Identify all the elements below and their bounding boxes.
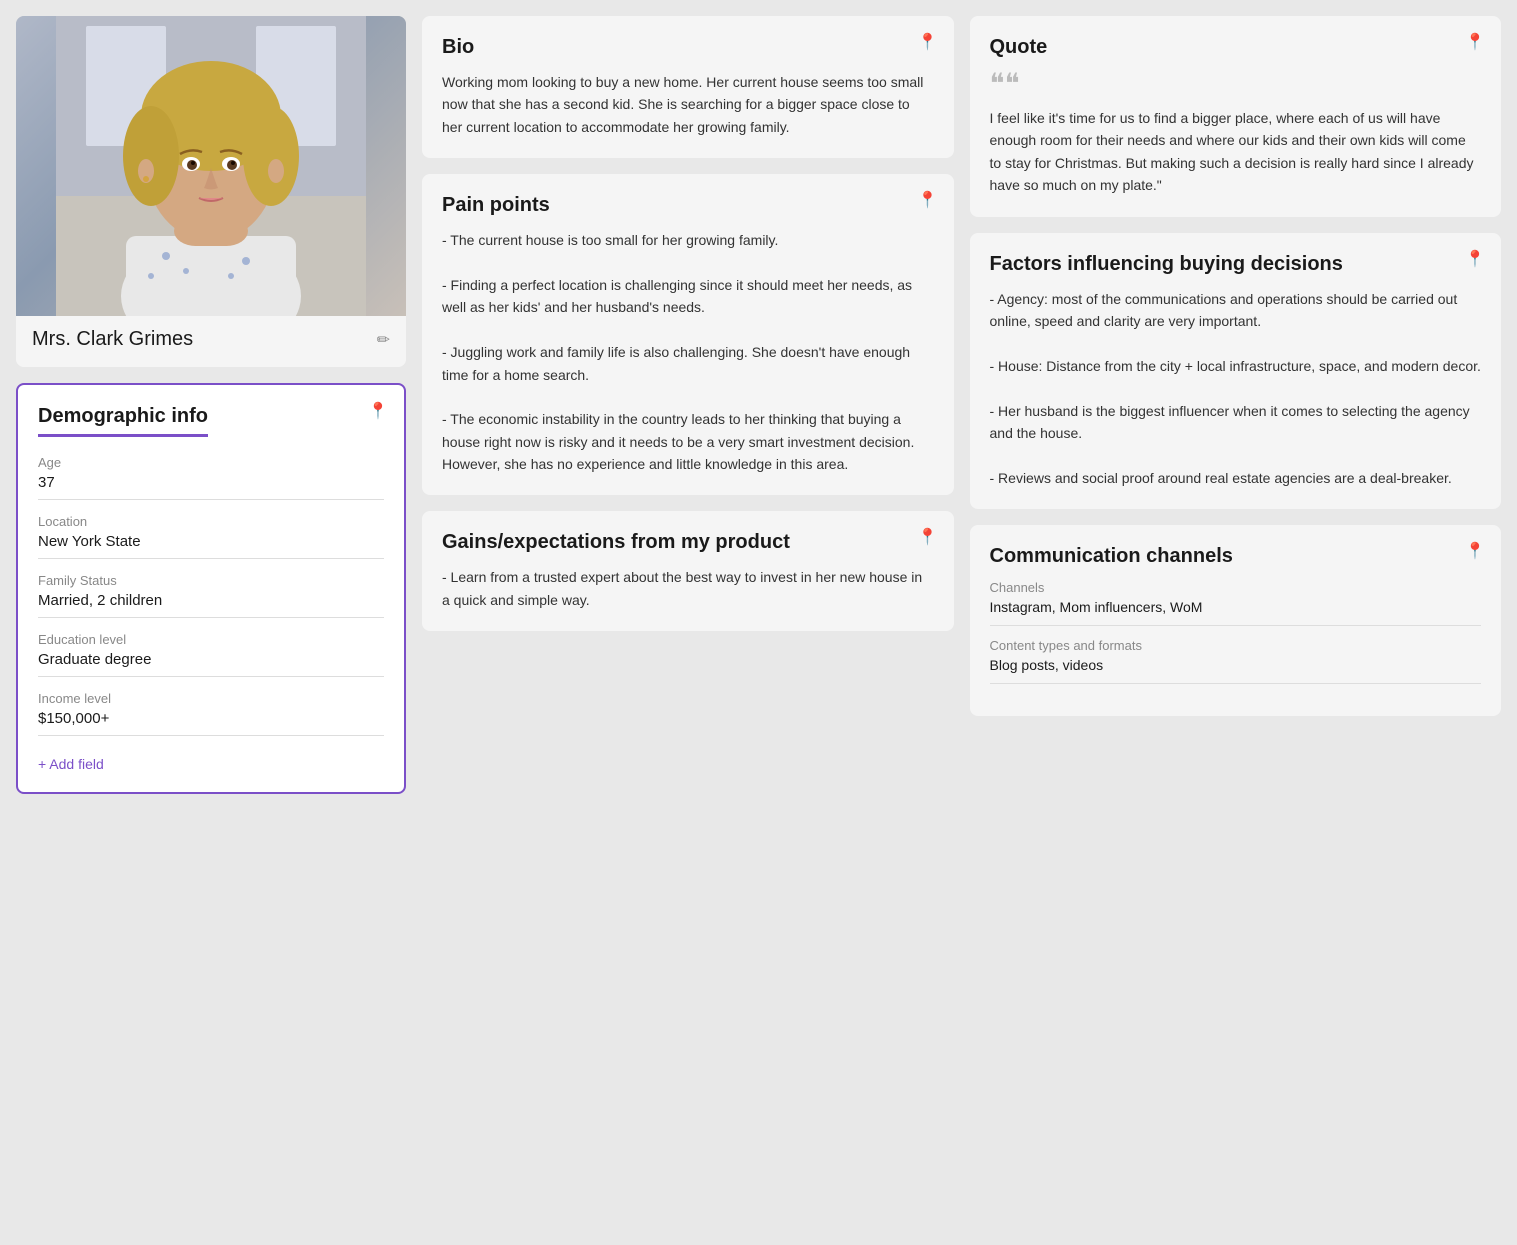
channels-section: Channels Instagram, Mom influencers, WoM…: [990, 580, 1482, 684]
profile-image: [16, 16, 406, 316]
family-status-label: Family Status: [38, 573, 384, 588]
channels-value: Instagram, Mom influencers, WoM: [990, 599, 1482, 626]
factors-card: 📍 Factors influencing buying decisions -…: [970, 233, 1502, 510]
right-column: 📍 Quote ❝❝ I feel like it's time for us …: [970, 16, 1502, 794]
bio-card: 📍 Bio Working mom looking to buy a new h…: [422, 16, 954, 158]
communication-title: Communication channels: [990, 545, 1482, 568]
gains-pin-icon: 📍: [918, 527, 938, 547]
add-field-button[interactable]: + Add field: [38, 756, 104, 772]
content-label: Content types and formats: [990, 638, 1482, 653]
content-value: Blog posts, videos: [990, 657, 1482, 684]
income-field: Income level $150,000+: [38, 691, 384, 736]
factors-body: - Agency: most of the communications and…: [990, 288, 1482, 490]
middle-column: 📍 Bio Working mom looking to buy a new h…: [422, 16, 954, 794]
channels-label: Channels: [990, 580, 1482, 595]
quote-pin-icon: 📍: [1465, 32, 1485, 52]
quote-body: I feel like it's time for us to find a b…: [990, 107, 1482, 197]
profile-name-row: Mrs. Clark Grimes ✏: [16, 316, 406, 367]
location-value: New York State: [38, 533, 384, 559]
education-field: Education level Graduate degree: [38, 632, 384, 677]
demographic-title: Demographic info: [38, 405, 208, 437]
age-value: 37: [38, 474, 384, 500]
gains-body: - Learn from a trusted expert about the …: [442, 566, 934, 611]
left-column: Mrs. Clark Grimes ✏ 📍 Demographic info A…: [16, 16, 406, 794]
income-value: $150,000+: [38, 710, 384, 736]
quote-title: Quote: [990, 36, 1482, 59]
quote-card: 📍 Quote ❝❝ I feel like it's time for us …: [970, 16, 1502, 217]
income-label: Income level: [38, 691, 384, 706]
education-label: Education level: [38, 632, 384, 647]
profile-image-container: [16, 16, 406, 316]
profile-name: Mrs. Clark Grimes: [32, 328, 193, 351]
edit-icon[interactable]: ✏: [377, 330, 390, 350]
gains-title: Gains/expectations from my product: [442, 531, 934, 554]
pin-icon: 📍: [368, 401, 388, 421]
bio-pin-icon: 📍: [918, 32, 938, 52]
profile-card: Mrs. Clark Grimes ✏: [16, 16, 406, 367]
quote-mark: ❝❝: [990, 71, 1482, 99]
communication-card: 📍 Communication channels Channels Instag…: [970, 525, 1502, 716]
pain-points-body: - The current house is too small for her…: [442, 229, 934, 475]
pain-points-title: Pain points: [442, 194, 934, 217]
pain-pin-icon: 📍: [918, 190, 938, 210]
family-status-value: Married, 2 children: [38, 592, 384, 618]
location-label: Location: [38, 514, 384, 529]
main-layout: Mrs. Clark Grimes ✏ 📍 Demographic info A…: [16, 16, 1501, 794]
bio-body: Working mom looking to buy a new home. H…: [442, 71, 934, 138]
family-status-field: Family Status Married, 2 children: [38, 573, 384, 618]
bio-title: Bio: [442, 36, 934, 59]
factors-pin-icon: 📍: [1465, 249, 1485, 269]
location-field: Location New York State: [38, 514, 384, 559]
age-field: Age 37: [38, 455, 384, 500]
education-value: Graduate degree: [38, 651, 384, 677]
pain-points-card: 📍 Pain points - The current house is too…: [422, 174, 954, 495]
communication-pin-icon: 📍: [1465, 541, 1485, 561]
gains-card: 📍 Gains/expectations from my product - L…: [422, 511, 954, 631]
factors-title: Factors influencing buying decisions: [990, 253, 1482, 276]
demographic-card: 📍 Demographic info Age 37 Location New Y…: [16, 383, 406, 794]
age-label: Age: [38, 455, 384, 470]
